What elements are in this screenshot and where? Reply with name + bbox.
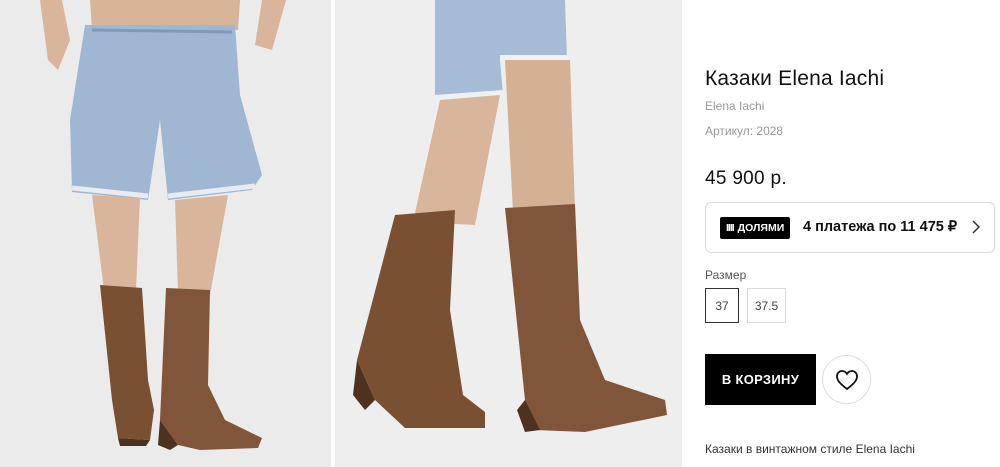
size-option-37-5[interactable]: 37.5 xyxy=(747,288,786,323)
add-to-favorites-button[interactable] xyxy=(822,355,871,404)
dolyami-badge-label: ДОЛЯМИ xyxy=(737,222,785,234)
dolyami-logo-icon: IIII xyxy=(726,222,735,234)
product-photo-1-image xyxy=(0,0,331,467)
product-title: Казаки Elena Iachi xyxy=(705,67,885,90)
size-label: Размер xyxy=(705,268,747,282)
product-price: 45 900 р. xyxy=(705,168,787,189)
product-info-panel: Казаки Elena Iachi Elena Iachi Артикул: … xyxy=(705,0,995,467)
product-photo-2[interactable] xyxy=(335,0,682,467)
add-to-cart-button[interactable]: В КОРЗИНУ xyxy=(705,354,816,405)
product-description: Казаки в винтажном стиле Elena Iachi xyxy=(705,442,915,456)
size-option-37[interactable]: 37 xyxy=(705,288,739,323)
dolyami-badge: IIII ДОЛЯМИ xyxy=(720,217,791,239)
product-photo-2-image xyxy=(335,0,682,467)
installments-text: 4 платежа по 11 475 ₽ xyxy=(803,219,958,235)
product-brand-link[interactable]: Elena Iachi xyxy=(705,99,764,113)
product-sku: Артикул: 2028 xyxy=(705,124,784,138)
chevron-right-icon xyxy=(972,220,980,234)
heart-icon xyxy=(835,369,858,390)
installments-widget[interactable]: IIII ДОЛЯМИ 4 платежа по 11 475 ₽ xyxy=(705,202,995,253)
product-photo-1[interactable] xyxy=(0,0,331,467)
